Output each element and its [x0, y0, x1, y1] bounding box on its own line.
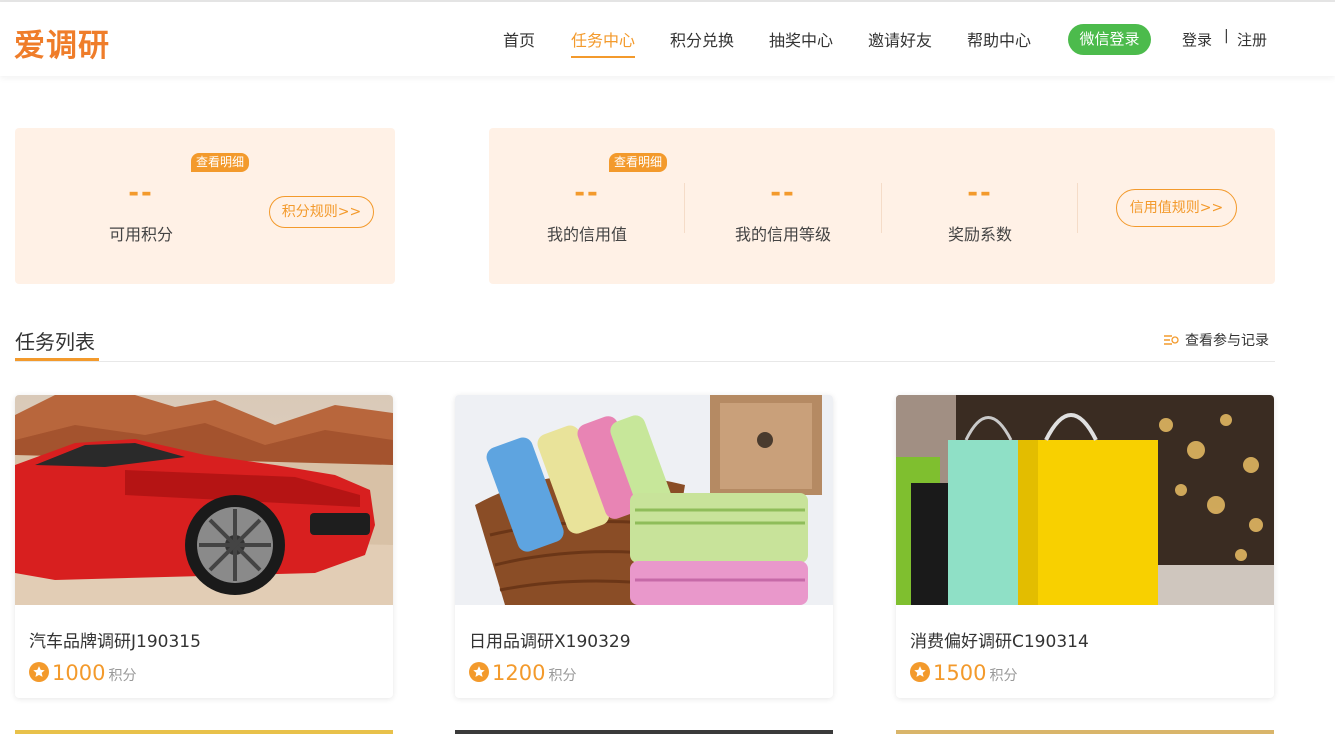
- task-points-unit: 积分: [108, 668, 137, 684]
- nav-home[interactable]: 首页: [503, 27, 535, 51]
- task-points-unit: 积分: [989, 668, 1018, 684]
- task-list-title: 任务列表: [15, 330, 95, 354]
- task-points: 1200 积分: [469, 661, 576, 687]
- nav-invite-friends[interactable]: 邀请好友: [868, 27, 932, 51]
- task-title: 汽车品牌调研J190315: [29, 632, 201, 652]
- site-header: 爱调研 首页 任务中心 积分兑换 抽奖中心 邀请好友 帮助中心 微信登录 登录 …: [0, 2, 1335, 76]
- nav-points-exchange[interactable]: 积分兑换: [670, 27, 734, 51]
- task-points-value: 1000: [52, 661, 106, 685]
- credit-value: --: [574, 178, 600, 208]
- auth-separator: |: [1224, 28, 1229, 44]
- nav-task-center-label: 任务中心: [571, 31, 636, 50]
- task-points-value: 1500: [933, 661, 987, 685]
- nav-task-center[interactable]: 任务中心: [571, 27, 636, 58]
- points-rules-button[interactable]: 积分规则>>: [269, 196, 374, 228]
- stat-divider: [684, 183, 685, 233]
- points-panel: 查看明细 -- 可用积分 积分规则>>: [15, 128, 395, 284]
- nav-lottery-center[interactable]: 抽奖中心: [769, 27, 833, 51]
- site-logo[interactable]: 爱调研: [14, 20, 110, 65]
- star-coin-icon: [910, 662, 930, 682]
- points-detail-badge[interactable]: 查看明细: [191, 153, 250, 172]
- task-card-image: [15, 395, 393, 605]
- available-points-label: 可用积分: [108, 225, 173, 244]
- section-divider: [15, 361, 1275, 362]
- login-link[interactable]: 登录: [1182, 29, 1212, 50]
- stat-divider: [1077, 183, 1078, 233]
- credit-detail-badge[interactable]: 查看明细: [609, 153, 668, 172]
- task-title: 消费偏好调研C190314: [910, 632, 1089, 652]
- task-title: 日用品调研X190329: [469, 632, 631, 652]
- stat-divider: [881, 183, 882, 233]
- next-card-edge: [896, 730, 1274, 734]
- task-points-unit: 积分: [548, 668, 577, 684]
- wechat-login-button[interactable]: 微信登录: [1068, 24, 1151, 55]
- next-card-edge: [455, 730, 833, 734]
- records-icon: [1163, 334, 1179, 346]
- nav-active-underline: [571, 56, 636, 58]
- nav-help-center[interactable]: 帮助中心: [967, 27, 1031, 51]
- task-card-image: [455, 395, 833, 605]
- credit-panel: 查看明细 -- 我的信用值 -- 我的信用等级 -- 奖励系数 信用值规则>>: [489, 128, 1275, 284]
- star-coin-icon: [469, 662, 489, 682]
- reward-coefficient-label: 奖励系数: [947, 225, 1012, 244]
- task-card[interactable]: 日用品调研X190329 1200 积分: [455, 395, 833, 698]
- task-card[interactable]: 消费偏好调研C190314 1500 积分: [896, 395, 1274, 698]
- credit-level-label: 我的信用等级: [734, 225, 831, 244]
- credit-level-value: --: [770, 178, 796, 208]
- view-participation-records-link[interactable]: 查看参与记录: [1163, 330, 1269, 350]
- star-coin-icon: [29, 662, 49, 682]
- task-points: 1500 积分: [910, 661, 1017, 687]
- reward-coefficient-value: --: [967, 178, 993, 208]
- records-link-label: 查看参与记录: [1185, 333, 1269, 349]
- credit-rules-button[interactable]: 信用值规则>>: [1116, 189, 1237, 227]
- task-card-image: [896, 395, 1274, 605]
- task-points-value: 1200: [492, 661, 546, 685]
- task-points: 1000 积分: [29, 661, 136, 687]
- register-link[interactable]: 注册: [1237, 29, 1267, 50]
- credit-value-label: 我的信用值: [546, 225, 627, 244]
- available-points-value: --: [128, 178, 154, 208]
- task-card[interactable]: 汽车品牌调研J190315 1000 积分: [15, 395, 393, 698]
- next-card-edge: [15, 730, 393, 734]
